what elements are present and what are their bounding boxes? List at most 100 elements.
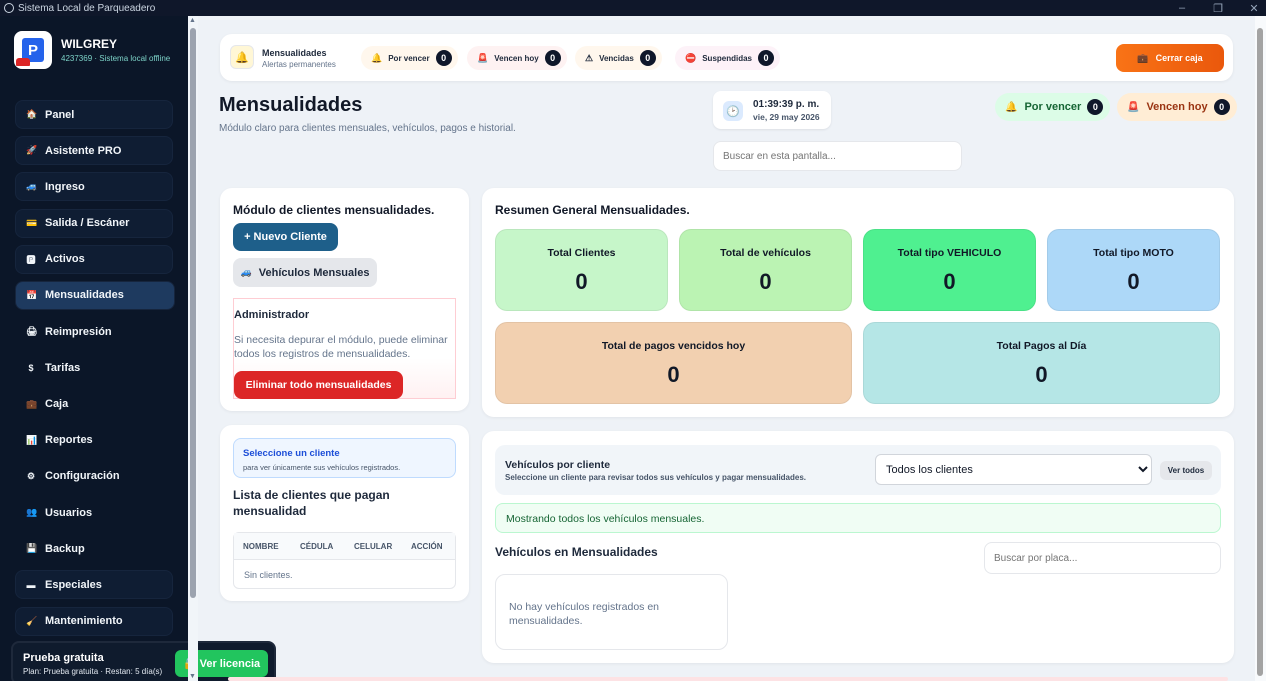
sidebar-scroll-thumb[interactable] xyxy=(190,28,196,598)
alert-pill-vencen-hoy[interactable]: 🚨 Vencen hoy 0 xyxy=(467,46,567,70)
briefcase-icon: 💼 xyxy=(26,398,38,409)
close-window-button[interactable]: ✕ xyxy=(1248,2,1260,15)
clock-time: 01:39:39 p. m. xyxy=(753,99,820,110)
vehicles-by-client-title: Vehículos por cliente xyxy=(505,459,611,471)
header-pill-vencen-hoy[interactable]: 🚨 Vencen hoy 0 xyxy=(1117,93,1237,121)
clock-date: vie, 29 may 2026 xyxy=(753,112,820,122)
alert-pill-label: Suspendidas xyxy=(702,53,753,63)
stat-label: Total de pagos vencidos hoy xyxy=(601,340,746,352)
stat-value: 0 xyxy=(759,269,772,294)
minimize-button[interactable]: – xyxy=(1176,2,1188,14)
sidebar-item-asistente-pro[interactable]: 🚀 Asistente PRO xyxy=(15,136,173,166)
column-celular[interactable]: CELULAR xyxy=(354,542,392,551)
vehicles-by-client: Vehículos por cliente Seleccione un clie… xyxy=(495,445,1221,495)
stat-value: 0 xyxy=(943,269,956,294)
stat-label: Total tipo MOTO xyxy=(1093,247,1174,259)
sidebar-item-activos[interactable]: 🅿 Activos xyxy=(15,244,173,274)
maximize-button[interactable]: ❐ xyxy=(1212,2,1224,15)
stat-label: Total Clientes xyxy=(547,247,616,259)
scroll-down-icon[interactable]: ▼ xyxy=(189,673,196,680)
alerts-title: Mensualidades xyxy=(262,48,327,58)
siren-icon: 🚨 xyxy=(477,52,489,63)
scroll-up-icon[interactable]: ▲ xyxy=(189,17,196,24)
summary-title: Resumen General Mensualidades. xyxy=(495,203,690,217)
plate-search-input[interactable] xyxy=(984,542,1221,574)
sidebar-item-caja[interactable]: 💼 Caja xyxy=(15,390,173,419)
calendar-icon: 📅 xyxy=(26,289,38,300)
select-client-title: Seleccione un cliente xyxy=(243,448,340,459)
window-titlebar: Sistema Local de Parqueadero – ❐ ✕ xyxy=(0,0,1266,16)
sidebar-item-mantenimiento[interactable]: 🧹 Mantenimiento xyxy=(15,606,173,636)
clients-card: Seleccione un cliente para ver únicament… xyxy=(220,425,469,601)
alert-pill-vencidas[interactable]: ⚠ Vencidas 0 xyxy=(575,46,662,70)
car-icon: 🚙 xyxy=(240,267,252,277)
alert-pill-suspendidas[interactable]: ⛔ Suspendidas 0 xyxy=(675,46,781,70)
stat-value: 0 xyxy=(575,269,588,294)
sidebar-item-label: Backup xyxy=(45,542,85,555)
trial-title: Prueba gratuita xyxy=(23,652,104,664)
globe-icon xyxy=(4,3,14,13)
delete-all-button[interactable]: Eliminar todo mensualidades xyxy=(234,371,403,399)
header-pill-label: Por vencer xyxy=(1024,101,1082,113)
table-header: NOMBRE CÉDULA CELULAR ACCIÓN xyxy=(234,533,455,560)
module-title: Módulo de clientes mensualidades. xyxy=(233,203,435,217)
brand: P WILGREY 4237369 · Sistema local offlin… xyxy=(14,31,170,69)
brand-subtitle: 4237369 · Sistema local offline xyxy=(61,54,171,63)
main-scroll-thumb[interactable] xyxy=(1257,28,1263,676)
sidebar-item-mensualidades[interactable]: 📅 Mensualidades xyxy=(15,280,175,310)
alert-pill-por-vencer[interactable]: 🔔 Por vencer 0 xyxy=(361,46,458,70)
parking-logo-icon: P xyxy=(14,31,52,69)
module-card: Módulo de clientes mensualidades. + Nuev… xyxy=(220,188,469,411)
sidebar-item-reimpresión[interactable]: 🖨 Reimpresión xyxy=(15,317,173,346)
bottom-card-edge xyxy=(228,677,1228,681)
stat-card: Total Clientes 0 xyxy=(495,229,668,311)
info-message: Mostrando todos los vehículos mensuales. xyxy=(495,503,1221,533)
sidebar-item-label: Configuración xyxy=(45,470,120,483)
empty-vehicles-box: No hay vehículos registrados en mensuali… xyxy=(495,574,728,650)
rocket-icon: 🚀 xyxy=(26,145,38,156)
sidebar-item-tarifas[interactable]: $ Tarifas xyxy=(15,353,173,382)
stat-label: Total de vehículos xyxy=(720,247,811,259)
new-client-button[interactable]: + Nuevo Cliente xyxy=(233,223,338,251)
stat-card: Total Pagos al Día 0 xyxy=(863,322,1220,404)
header-count-badge: 0 xyxy=(1213,99,1230,115)
sidebar-item-backup[interactable]: 💾 Backup xyxy=(15,534,173,563)
stat-card: Total de pagos vencidos hoy 0 xyxy=(495,322,852,404)
dollar-icon: $ xyxy=(28,362,34,373)
monthly-vehicles-button[interactable]: 🚙 Vehículos Mensuales xyxy=(233,258,377,287)
alert-pill-label: Vencen hoy xyxy=(494,53,539,63)
special-icon: ▬ xyxy=(26,579,36,590)
sidebar-item-especiales[interactable]: ▬ Especiales xyxy=(15,570,173,600)
sidebar-item-label: Reimpresión xyxy=(45,325,112,338)
sidebar-item-salida-escáner[interactable]: 💳 Salida / Escáner xyxy=(15,208,173,238)
sidebar-item-label: Salida / Escáner xyxy=(45,217,130,230)
column-cedula[interactable]: CÉDULA xyxy=(300,542,333,551)
select-client-box: Seleccione un cliente para ver únicament… xyxy=(233,438,456,478)
vehicles-card: Vehículos por cliente Seleccione un clie… xyxy=(482,431,1234,663)
sidebar-item-label: Tarifas xyxy=(45,361,81,374)
sidebar-item-ingreso[interactable]: 🚙 Ingreso xyxy=(15,172,173,202)
vehicles-by-client-desc: Seleccione un cliente para revisar todos… xyxy=(505,473,807,482)
bell-icon: 🔔 xyxy=(371,52,383,63)
header-pill-por-vencer[interactable]: 🔔 Por vencer 0 xyxy=(995,93,1111,121)
client-select[interactable]: Todos los clientes xyxy=(875,454,1152,485)
sidebar-scrollbar[interactable]: ▲ ▼ xyxy=(188,16,198,681)
sidebar-item-label: Reportes xyxy=(45,434,93,447)
clients-table: NOMBRE CÉDULA CELULAR ACCIÓN Sin cliente… xyxy=(233,532,456,589)
stat-card: Total de vehículos 0 xyxy=(679,229,852,311)
sidebar-item-reportes[interactable]: 📊 Reportes xyxy=(15,426,173,455)
column-accion[interactable]: ACCIÓN xyxy=(411,542,443,551)
gear-icon: ⚙ xyxy=(26,470,36,481)
sidebar-item-usuarios[interactable]: 👥 Usuarios xyxy=(15,498,173,527)
broom-icon: 🧹 xyxy=(26,615,38,626)
sidebar-item-configuración[interactable]: ⚙ Configuración xyxy=(15,462,173,491)
header-count-badge: 0 xyxy=(1087,99,1104,115)
main-scrollbar[interactable] xyxy=(1255,16,1266,681)
close-register-button[interactable]: 💼 Cerrar caja xyxy=(1116,44,1224,72)
bell-icon: 🔔 xyxy=(1005,101,1018,113)
stat-card: Total tipo MOTO 0 xyxy=(1047,229,1220,311)
see-all-button[interactable]: Ver todos xyxy=(1160,461,1212,480)
column-nombre[interactable]: NOMBRE xyxy=(243,542,279,551)
screen-search-input[interactable] xyxy=(713,141,962,171)
sidebar-item-panel[interactable]: 🏠 Panel xyxy=(15,100,173,129)
